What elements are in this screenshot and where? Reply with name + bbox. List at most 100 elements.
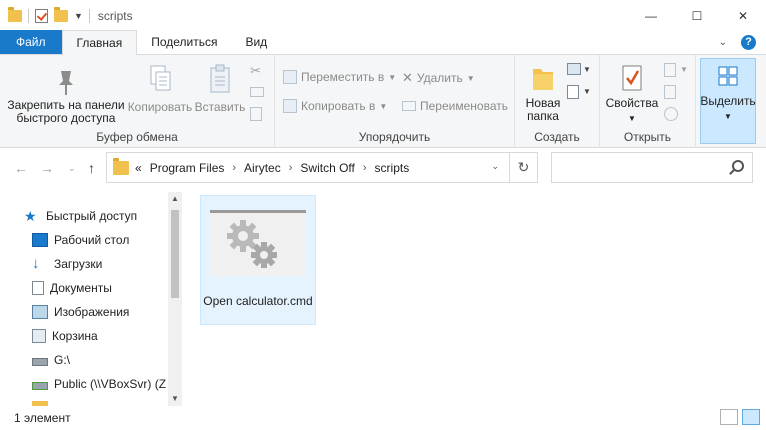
chevron-down-icon: ▼	[724, 112, 732, 121]
breadcrumb-program-files[interactable]: Program Files	[150, 161, 225, 175]
delete-label: Удалить	[416, 71, 463, 85]
clipboard-group: Закрепить на панели быстрого доступа Коп…	[0, 55, 275, 148]
folder-icon	[113, 157, 129, 175]
nav-item-pictures[interactable]: Изображения 📌	[32, 300, 182, 324]
breadcrumb-scripts[interactable]: scripts	[375, 161, 410, 175]
properties-qat-icon[interactable]	[35, 8, 48, 23]
minimize-button[interactable]: —	[628, 0, 674, 31]
chevron-down-icon[interactable]: ▼	[680, 65, 688, 74]
select-grid-icon	[718, 66, 738, 86]
scroll-down-icon[interactable]: ▼	[168, 392, 182, 406]
copy-to-button[interactable]: Копировать в ▼	[283, 99, 387, 113]
nav-scrollbar[interactable]: ▲ ▼	[168, 192, 182, 406]
edit-icon[interactable]	[664, 85, 676, 99]
copy-path-icon[interactable]	[250, 87, 264, 97]
easy-access-icon[interactable]	[567, 85, 579, 99]
copy-to-icon	[283, 99, 297, 113]
nav-item-label: G:\	[54, 353, 71, 367]
nav-item-quick-access[interactable]: ★ Быстрый доступ	[24, 204, 182, 228]
breadcrumb-overflow[interactable]: «	[135, 161, 142, 175]
nav-item-label: Корзина	[52, 329, 98, 343]
nav-item-drive-g[interactable]: G:\ 📌	[32, 348, 182, 372]
scroll-thumb[interactable]	[171, 210, 179, 298]
new-folder-button[interactable]: Новая папка	[521, 63, 565, 123]
new-group-label: Создать	[534, 130, 580, 144]
pin-icon	[59, 71, 73, 95]
new-folder-label: Новая папка	[525, 96, 561, 123]
select-button[interactable]: Выделить ▼	[700, 58, 756, 144]
recent-chevron-icon[interactable]: ⌄	[68, 163, 76, 174]
desktop-icon	[32, 233, 48, 247]
properties-icon	[622, 65, 642, 91]
cmd-gear-icon	[227, 220, 277, 268]
ribbon-tabs: Файл Главная Поделиться Вид ⌄ ?	[0, 30, 766, 55]
chevron-right-icon[interactable]: ›	[232, 162, 236, 174]
open-icon[interactable]	[664, 63, 676, 77]
chevron-right-icon[interactable]: ›	[289, 162, 293, 174]
breadcrumb-switch-off[interactable]: Switch Off	[300, 161, 354, 175]
star-icon: ★	[24, 208, 37, 224]
nav-item-network-drive[interactable]: Public (\\VBoxSvr) (Z	[32, 372, 172, 396]
nav-item-label: Быстрый доступ	[46, 209, 138, 223]
tab-home[interactable]: Главная	[61, 30, 138, 55]
pin-to-quick-access-button[interactable]: Закрепить на панели быстрого доступа	[6, 67, 126, 125]
tab-file[interactable]: Файл	[0, 30, 62, 54]
file-item[interactable]: Open calculator.cmd	[200, 195, 316, 325]
move-to-button[interactable]: Переместить в ▼	[283, 70, 396, 84]
refresh-icon[interactable]: ↻	[509, 153, 537, 182]
copy-icon	[150, 65, 171, 91]
paste-shortcut-icon[interactable]	[250, 107, 262, 121]
chevron-down-icon[interactable]: ▼	[583, 87, 591, 96]
nav-item-partial[interactable]	[32, 396, 182, 406]
network-drive-icon	[32, 382, 48, 390]
address-dropdown-icon[interactable]: ⌄	[491, 161, 499, 172]
chevron-down-icon[interactable]: ▼	[583, 65, 591, 74]
history-icon[interactable]	[664, 107, 678, 121]
scroll-up-icon[interactable]: ▲	[168, 192, 182, 206]
close-button[interactable]: ✕	[720, 0, 766, 31]
copy-button[interactable]: Копировать	[124, 63, 196, 114]
breadcrumb-airytec[interactable]: Airytec	[244, 161, 281, 175]
open-group-label: Открыть	[623, 130, 672, 144]
address-bar[interactable]: « Program Files › Airytec › Switch Off ›…	[106, 152, 538, 183]
divider	[28, 8, 29, 23]
open-group: Свойства ▼ ▼ Открыть	[600, 55, 696, 148]
pictures-icon	[32, 305, 48, 319]
clipboard-group-label: Буфер обмена	[96, 130, 178, 144]
chevron-right-icon[interactable]: ›	[363, 162, 367, 174]
rename-label: Переименовать	[420, 99, 508, 113]
nav-item-documents[interactable]: Документы 📌	[32, 276, 182, 300]
chevron-down-icon: ▼	[628, 114, 636, 123]
chevron-down-icon[interactable]: ▼	[74, 11, 83, 21]
tab-view[interactable]: Вид	[231, 30, 281, 54]
new-item-icon[interactable]	[567, 63, 581, 75]
drive-icon	[32, 358, 48, 366]
details-view-icon[interactable]	[720, 409, 738, 425]
chevron-down-icon: ▼	[379, 101, 388, 111]
chevron-down-icon: ▼	[466, 73, 475, 83]
tab-share[interactable]: Поделиться	[137, 30, 231, 54]
maximize-button[interactable]: ☐	[674, 0, 720, 31]
navigation-pane: ★ Быстрый доступ Рабочий стол 📌 ↓ Загруз…	[0, 200, 182, 406]
scissors-icon[interactable]: ✂	[250, 63, 261, 79]
nav-item-downloads[interactable]: ↓ Загрузки 📌	[32, 252, 182, 276]
new-folder-qat-icon[interactable]	[54, 6, 68, 22]
new-group: Новая папка ▼ ▼ Создать	[515, 55, 600, 148]
search-input[interactable]	[551, 152, 753, 183]
back-arrow-icon[interactable]: ←	[14, 160, 28, 176]
nav-item-desktop[interactable]: Рабочий стол 📌	[32, 228, 182, 252]
paste-button[interactable]: Вставить	[192, 63, 248, 114]
large-icons-view-icon[interactable]	[742, 409, 760, 425]
new-folder-icon	[533, 69, 553, 90]
help-icon[interactable]: ?	[741, 34, 756, 50]
forward-arrow-icon[interactable]: →	[40, 160, 54, 176]
chevron-down-icon[interactable]: ⌄	[719, 37, 727, 48]
nav-item-recycle-bin[interactable]: Корзина 📌	[32, 324, 182, 348]
documents-icon	[32, 281, 44, 295]
delete-button[interactable]: ✕ Удалить ▼	[402, 70, 475, 86]
properties-button[interactable]: Свойства ▼	[604, 63, 660, 125]
up-arrow-icon[interactable]: ↑	[88, 160, 95, 176]
rename-button[interactable]: Переименовать	[402, 99, 508, 113]
window-title: scripts	[97, 8, 133, 23]
quick-access-toolbar: ▼	[0, 6, 90, 23]
